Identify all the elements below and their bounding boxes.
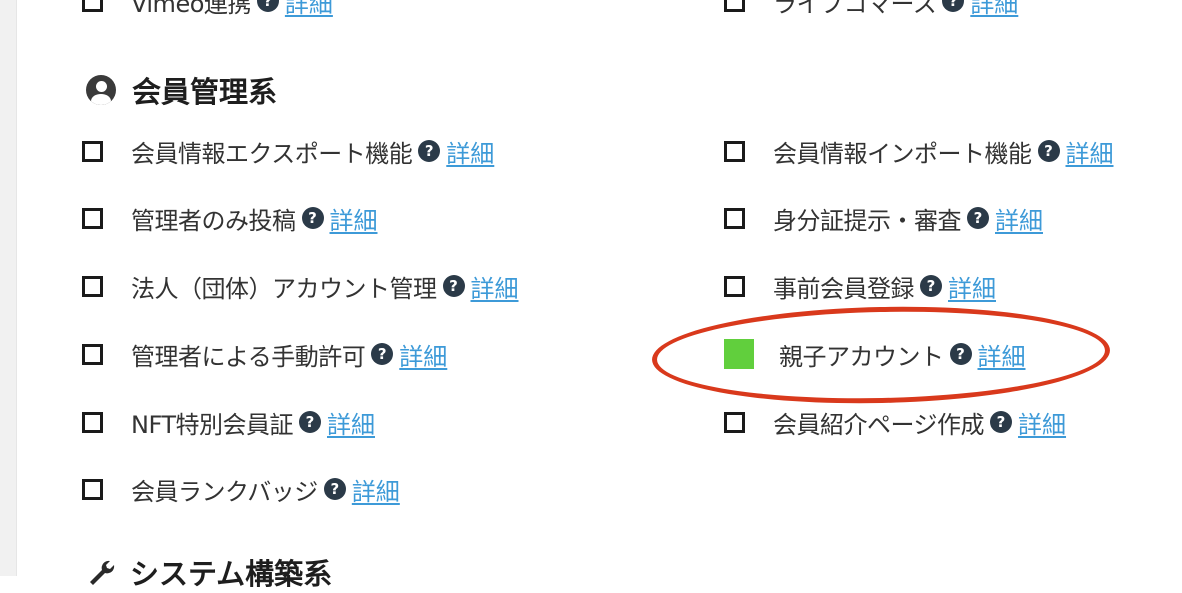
help-icon[interactable]: ? bbox=[418, 140, 441, 162]
help-icon[interactable]: ? bbox=[967, 207, 989, 229]
help-icon[interactable]: ? bbox=[920, 275, 942, 297]
feature-row-live-commerce: ライブコマース ? 詳細 bbox=[724, 0, 1018, 19]
help-icon[interactable]: ? bbox=[949, 343, 972, 365]
detail-link[interactable]: 詳細 bbox=[1018, 405, 1066, 440]
feature-label: 会員ランクバッジ bbox=[131, 477, 318, 506]
checkbox-live-commerce[interactable] bbox=[724, 0, 745, 12]
detail-link[interactable]: 詳細 bbox=[948, 269, 996, 304]
checkbox-vimeo[interactable] bbox=[82, 0, 103, 12]
checkbox[interactable] bbox=[82, 478, 103, 500]
checkbox[interactable] bbox=[724, 207, 745, 229]
help-icon[interactable]: ? bbox=[256, 0, 279, 12]
page-left-rail bbox=[0, 0, 17, 576]
feature-label: 親子アカウント bbox=[779, 342, 944, 371]
feature-row-vimeo: Vimeo連携 ? 詳細 bbox=[82, 0, 333, 19]
detail-link[interactable]: 詳細 bbox=[327, 405, 375, 440]
section-heading-member: 会員管理系 bbox=[86, 70, 277, 110]
feature-row: 会員ランクバッジ ? 詳細 bbox=[82, 471, 400, 507]
feature-label: 法人（団体）アカウント管理 bbox=[131, 274, 437, 303]
section-title: システム構築系 bbox=[130, 557, 333, 591]
checkbox[interactable] bbox=[82, 411, 103, 433]
feature-label: ライブコマース bbox=[773, 0, 937, 18]
detail-link[interactable]: 詳細 bbox=[995, 201, 1043, 236]
help-icon[interactable]: ? bbox=[323, 478, 346, 500]
feature-row: 会員情報インポート機能 ? 詳細 bbox=[724, 133, 1114, 169]
detail-link[interactable]: 詳細 bbox=[471, 269, 519, 304]
detail-link[interactable]: 詳細 bbox=[446, 134, 494, 169]
help-icon[interactable]: ? bbox=[1037, 140, 1060, 162]
detail-link[interactable]: 詳細 bbox=[1066, 134, 1114, 169]
feature-label: 身分証提示・審査 bbox=[773, 206, 962, 235]
feature-label: NFT特別会員証 bbox=[131, 410, 294, 439]
checkbox[interactable] bbox=[724, 275, 745, 297]
feature-row: 身分証提示・審査 ? 詳細 bbox=[724, 200, 1043, 236]
help-icon[interactable]: ? bbox=[299, 411, 321, 433]
detail-link[interactable]: 詳細 bbox=[978, 337, 1026, 372]
feature-row-parent-child: 親子アカウント ? 詳細 bbox=[724, 336, 1026, 372]
checkbox-checked[interactable] bbox=[724, 339, 754, 369]
feature-label: 会員情報エクスポート機能 bbox=[131, 139, 413, 168]
feature-label: 管理者による手動許可 bbox=[131, 342, 366, 371]
detail-link[interactable]: 詳細 bbox=[352, 472, 400, 507]
feature-label: 会員情報インポート機能 bbox=[773, 139, 1032, 168]
detail-link[interactable]: 詳細 bbox=[285, 0, 333, 19]
feature-row: 事前会員登録 ? 詳細 bbox=[724, 268, 996, 304]
help-icon[interactable]: ? bbox=[942, 0, 965, 12]
feature-row: 法人（団体）アカウント管理 ? 詳細 bbox=[82, 268, 519, 304]
feature-label: Vimeo連携 bbox=[131, 0, 251, 18]
feature-label: 会員紹介ページ作成 bbox=[773, 410, 985, 439]
detail-link[interactable]: 詳細 bbox=[399, 337, 447, 372]
checkbox[interactable] bbox=[724, 411, 745, 433]
wrench-icon bbox=[90, 560, 115, 585]
feature-row: 会員情報エクスポート機能 ? 詳細 bbox=[82, 133, 494, 169]
feature-label: 管理者のみ投稿 bbox=[131, 206, 296, 235]
checkbox[interactable] bbox=[82, 275, 103, 297]
checkbox[interactable] bbox=[82, 343, 103, 365]
detail-link[interactable]: 詳細 bbox=[330, 201, 378, 236]
detail-link[interactable]: 詳細 bbox=[970, 0, 1018, 19]
help-icon[interactable]: ? bbox=[371, 343, 394, 365]
section-title: 会員管理系 bbox=[132, 75, 278, 109]
section-heading-system: システム構築系 bbox=[86, 552, 332, 592]
feature-label: 事前会員登録 bbox=[773, 274, 915, 303]
help-icon[interactable]: ? bbox=[301, 207, 324, 229]
checkbox[interactable] bbox=[724, 140, 745, 162]
checkbox[interactable] bbox=[82, 207, 103, 229]
help-icon[interactable]: ? bbox=[442, 275, 465, 297]
feature-row: NFT特別会員証 ? 詳細 bbox=[82, 404, 375, 440]
feature-row: 管理者による手動許可 ? 詳細 bbox=[82, 336, 447, 372]
help-icon[interactable]: ? bbox=[990, 411, 1013, 433]
checkbox[interactable] bbox=[82, 140, 103, 162]
user-circle-icon bbox=[86, 75, 116, 105]
feature-row: 会員紹介ページ作成 ? 詳細 bbox=[724, 404, 1066, 440]
feature-row: 管理者のみ投稿 ? 詳細 bbox=[82, 200, 378, 236]
